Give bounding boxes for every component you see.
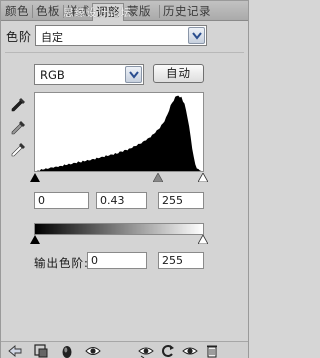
gray-eyedropper-icon[interactable]	[9, 119, 27, 137]
preset-label: 色阶	[6, 30, 33, 44]
black-eyedropper-icon[interactable]	[9, 96, 27, 114]
channel-dropdown[interactable]: RGB	[34, 64, 144, 85]
panel-tab-bar: 颜色 色板 样式 调整 蒙版 历史记录 思缘设计论坛	[1, 1, 248, 21]
reset-icon[interactable]	[160, 343, 176, 358]
histogram	[34, 92, 204, 172]
histogram-graph	[35, 95, 203, 171]
auto-button[interactable]: 自动	[153, 64, 204, 83]
tab-history[interactable]: 历史记录	[163, 3, 211, 21]
chevron-down-icon[interactable]	[125, 66, 142, 83]
output-white-field[interactable]: 255	[158, 252, 204, 269]
watermark-text: 思缘设计论坛	[63, 7, 132, 19]
chevron-down-icon[interactable]	[188, 27, 205, 44]
output-black-slider[interactable]	[30, 235, 40, 244]
delete-icon[interactable]	[204, 343, 220, 358]
input-gamma-field[interactable]: 0.43	[96, 192, 147, 209]
back-arrow-icon[interactable]	[7, 343, 23, 358]
tab-separator	[159, 5, 160, 18]
white-point-slider[interactable]	[198, 173, 208, 182]
preset-dropdown[interactable]: 自定	[35, 25, 207, 46]
input-white-field[interactable]: 255	[158, 192, 204, 209]
gamma-slider[interactable]	[153, 173, 163, 182]
histogram-fill	[35, 95, 203, 171]
output-levels-slider[interactable]	[30, 235, 208, 245]
tab-separator	[32, 5, 33, 18]
bottom-toolbar	[1, 341, 248, 358]
output-gradient-bar	[34, 223, 204, 235]
layer-mask-icon[interactable]	[59, 343, 75, 358]
input-black-field[interactable]: 0	[34, 192, 89, 209]
adjustments-panel: 颜色 色板 样式 调整 蒙版 历史记录 思缘设计论坛 色阶 自定 RGB 自动	[0, 0, 249, 358]
output-levels-label: 输出色阶:	[34, 256, 89, 270]
tab-swatches[interactable]: 色板	[36, 3, 60, 21]
preset-value: 自定	[41, 31, 63, 44]
output-white-slider[interactable]	[198, 235, 208, 244]
input-levels-slider[interactable]	[30, 173, 208, 183]
visibility-icon[interactable]	[182, 343, 198, 358]
white-eyedropper-icon[interactable]	[9, 141, 27, 159]
clip-to-layer-icon[interactable]	[33, 343, 49, 358]
channel-value: RGB	[40, 68, 65, 82]
output-black-field[interactable]: 0	[87, 252, 147, 269]
view-previous-icon[interactable]	[138, 343, 154, 358]
tab-color[interactable]: 颜色	[5, 3, 29, 21]
eye-icon[interactable]	[85, 343, 101, 358]
black-point-slider[interactable]	[30, 173, 40, 182]
divider	[5, 52, 244, 53]
